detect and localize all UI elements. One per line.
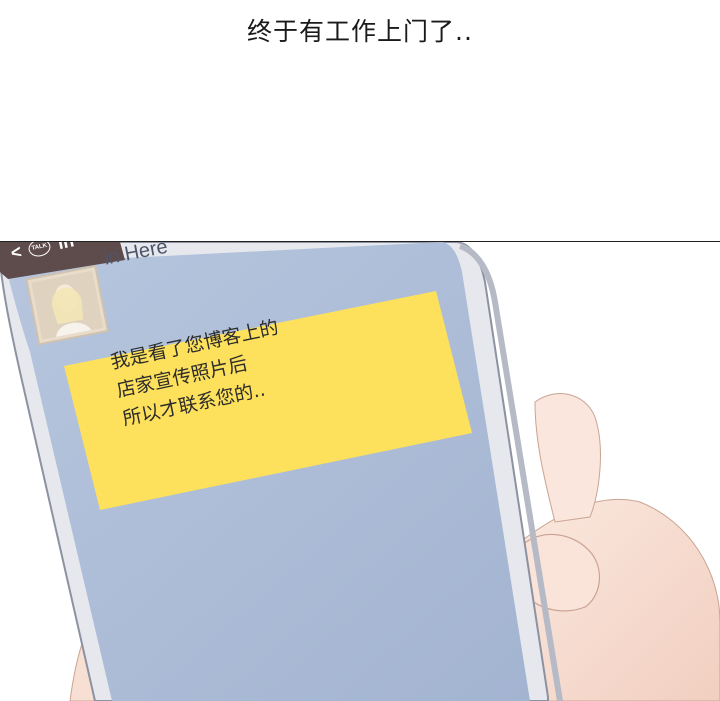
talk-icon: TALK	[26, 242, 53, 259]
right-finger	[534, 393, 601, 523]
chat-title-fragment: in	[55, 241, 76, 254]
comic-panel: < TALK in in Here 我是看了您博客上的 店家宣传照片后 所以才联…	[0, 241, 720, 701]
caption-text: 终于有工作上门了..	[247, 17, 473, 46]
phone-illustration	[0, 242, 720, 701]
contact-avatar	[25, 264, 110, 346]
back-button[interactable]: <	[9, 242, 24, 264]
